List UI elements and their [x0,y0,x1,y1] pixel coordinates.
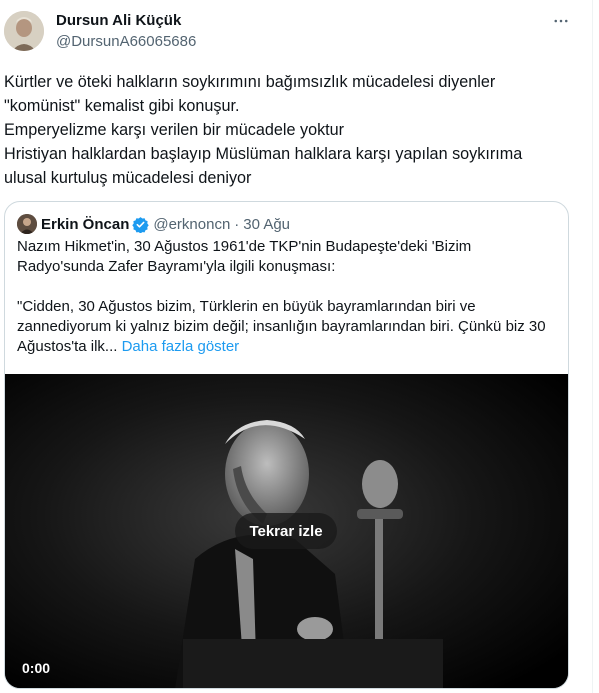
show-more-link[interactable]: Daha fazla göster [122,338,240,355]
tweet-line: Hristiyan halklardan başlayıp Müslüman h… [4,145,523,163]
quote-line: zannediyorum ki yalnız bizim değil; insa… [17,318,546,335]
replay-button[interactable]: Tekrar izle [235,513,337,549]
quote-line-last: Ağustos'ta ilk... Daha fazla göster [17,337,562,357]
quote-separator: · [234,215,240,233]
tweet-line: Emperyelizme karşı verilen bir mücadele … [4,121,345,139]
quote-text: Nazım Hikmet'in, 30 Ağustos 1961'de TKP'… [17,237,562,357]
tweet-line: Kürtler ve öteki halkların soykırımını b… [4,73,496,91]
author-handle[interactable]: @DursunA66065686 [56,33,196,50]
quote-line: "Cidden, 30 Ağustos bizim, Türklerin en … [17,298,476,315]
quote-date[interactable]: 30 Ağu [243,216,290,233]
tweet-line: ulusal kurtuluş mücadelesi deniyor [4,169,252,187]
quote-line [17,277,562,297]
quote-author-handle: @erknoncn [153,215,231,233]
video-time: 0:00 [22,660,51,676]
author-name[interactable]: Dursun Ali Küçük [56,12,181,29]
quote-header: Erkin Öncan @erknoncn · 30 Ağu [17,214,290,234]
author-avatar[interactable] [4,11,44,51]
tweet-line: "komünist" kemalist gibi konuşur. [4,97,240,115]
quoted-tweet[interactable]: Erkin Öncan @erknoncn · 30 Ağu Nazım Hik… [4,201,569,689]
column-border [592,0,593,693]
quote-line: Nazım Hikmet'in, 30 Ağustos 1961'de TKP'… [17,238,472,255]
quote-avatar[interactable] [17,214,37,234]
video-player[interactable]: Tekrar izle 0:00 [5,374,568,688]
more-icon[interactable] [550,10,572,32]
tweet-text: Kürtler ve öteki halkların soykırımını b… [4,70,574,190]
quote-line: Ağustos'ta ilk... [17,338,118,355]
quote-line: Radyo'sunda Zafer Bayramı'yla ilgili kon… [17,258,336,275]
quote-author-name[interactable]: Erkin Öncan [41,216,129,233]
verified-badge-icon [132,216,150,233]
